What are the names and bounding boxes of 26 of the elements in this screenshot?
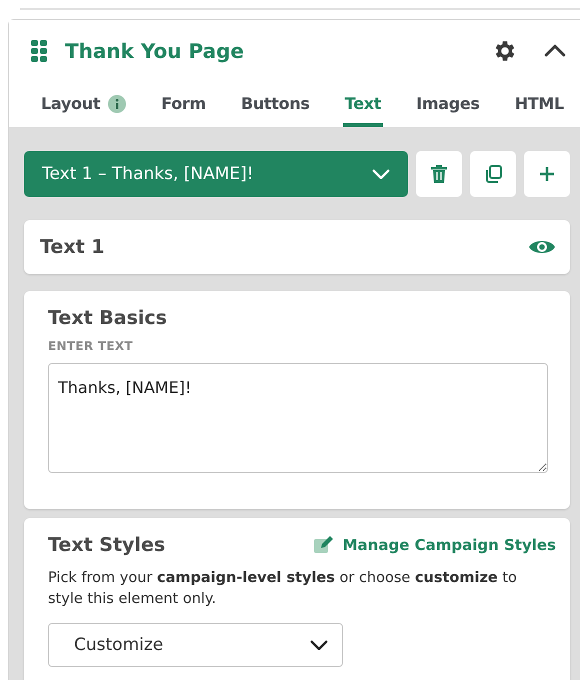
panel-title: Thank You Page bbox=[65, 39, 245, 63]
styles-description: Pick from your campaign-level styles or choose customize to style this element only. bbox=[48, 569, 518, 609]
text-area[interactable]: Thanks, [NAME]! bbox=[48, 363, 548, 473]
duplicate-button[interactable] bbox=[470, 151, 516, 197]
chevron-down-icon bbox=[372, 168, 390, 180]
trash-icon bbox=[431, 165, 447, 183]
tab[interactable]: HTML bbox=[512, 88, 566, 127]
section-title: Text Styles bbox=[48, 534, 166, 556]
drag-handle-icon[interactable] bbox=[31, 40, 47, 62]
chevron-down-icon bbox=[310, 640, 328, 650]
plus-icon bbox=[538, 165, 556, 183]
add-button[interactable] bbox=[524, 151, 570, 197]
manage-styles-link[interactable]: Manage Campaign Styles bbox=[312, 536, 556, 554]
copy-icon bbox=[484, 165, 502, 183]
edit-icon bbox=[312, 536, 333, 554]
style-dropdown[interactable]: Customize bbox=[48, 623, 343, 667]
tab[interactable]: Buttons bbox=[238, 88, 312, 127]
field-label: ENTER TEXT bbox=[48, 339, 134, 353]
element-select[interactable]: Text 1 – Thanks, [NAME]! bbox=[24, 151, 408, 197]
tab[interactable]: Images bbox=[414, 88, 482, 127]
delete-button[interactable] bbox=[416, 151, 462, 197]
collapse-icon bbox=[544, 44, 566, 58]
tab[interactable]: Layout bbox=[39, 88, 128, 127]
card-title: Text 1 bbox=[40, 236, 104, 258]
section-title: Text Basics bbox=[48, 307, 168, 329]
tab[interactable]: Form bbox=[159, 88, 208, 127]
